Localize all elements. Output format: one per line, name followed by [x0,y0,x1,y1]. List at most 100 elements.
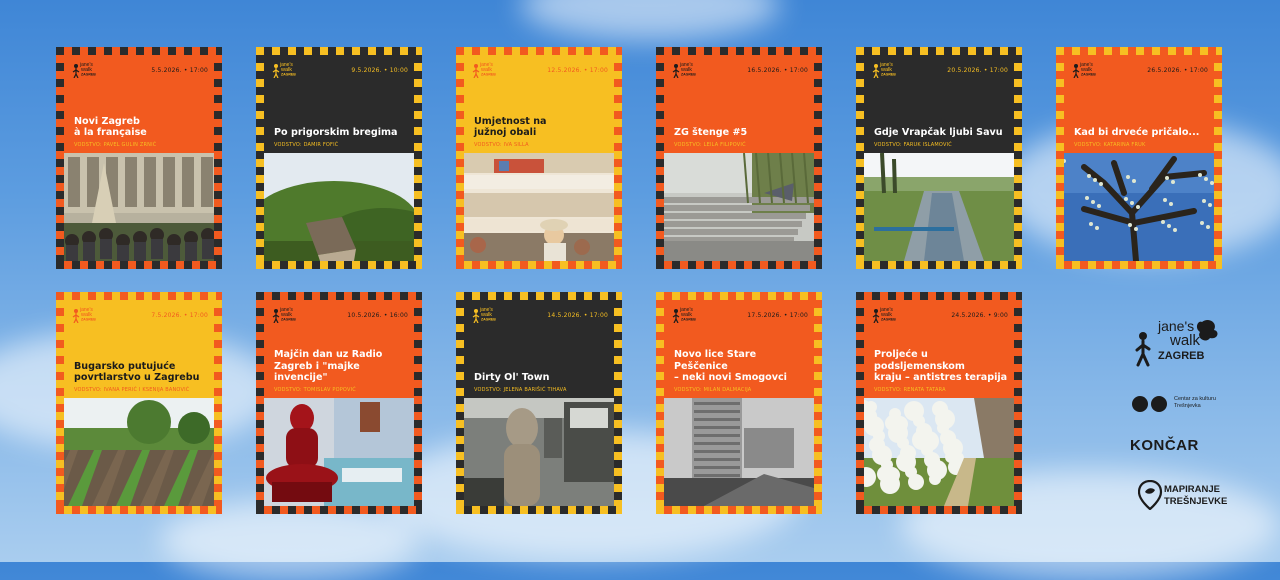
card-title: Kad bi drveće pričalo... [1074,127,1200,139]
walk-card[interactable]: jane's walk ZAGREB 7.5.2026. • 17:00 Bug… [56,292,222,514]
janes-walk-mini-logo: jane's walk ZAGREB [672,62,696,78]
svg-text:ZAGREB: ZAGREB [81,318,96,322]
card-title: Novi Zagreb à la française [74,115,147,139]
card-photo-area [664,398,814,506]
card-date: 14.5.2026. • 17:00 [547,312,608,319]
svg-text:ZAGREB: ZAGREB [481,73,496,77]
svg-text:ZAGREB: ZAGREB [81,73,96,77]
card-header: jane's walk ZAGREB 14.5.2026. • 17:00 Di… [464,300,614,398]
walk-card[interactable]: jane's walk ZAGREB 10.5.2026. • 16:00 Ma… [256,292,422,514]
card-date: 5.5.2026. • 17:00 [151,67,208,74]
walk-card[interactable]: jane's walk ZAGREB 9.5.2026. • 10:00 Po … [256,47,422,269]
centar-text: Centar za kulturu Trešnjevka [1174,396,1216,409]
card-photo [864,152,1014,261]
janes-walk-mini-logo: jane's walk ZAGREB [872,62,896,78]
card-guide: VODSTVO: DAMIR FOFIĆ [274,142,339,148]
card-title: Gdje Vrapčak ljubi Savu [874,127,1003,139]
card-photo [264,398,414,506]
two-circles-logo [1132,396,1167,412]
card-guide: VODSTVO: IVA SILLA [474,142,529,148]
card-title: Dirty Ol' Town [474,372,550,384]
janes-walk-mini-logo: jane's walk ZAGREB [272,307,296,323]
card-date: 20.5.2026. • 17:00 [947,67,1008,74]
card-photo-area [1064,153,1214,261]
card-title: Majčin dan uz Radio Zagreb i "majke inven… [274,348,383,384]
card-guide: VODSTVO: LEILA FILIPOVIĆ [674,142,746,148]
map-pin-icon [1138,480,1163,510]
card-header: jane's walk ZAGREB 24.5.2026. • 9:00 Pro… [864,300,1014,398]
card-title: Novo lice Stare Peščenice – neki novi Smo… [674,348,787,384]
mapiranje-tresnjevke-logo: MAPIRANJE TREŠNJEVKE [1130,480,1230,510]
card-title: Proljeće u podsljemenskom kraju – antistr… [874,348,1008,384]
card-header: jane's walk ZAGREB 9.5.2026. • 10:00 Po … [264,55,414,153]
walk-card[interactable]: jane's walk ZAGREB 17.5.2026. • 17:00 No… [656,292,822,514]
card-photo [464,153,614,261]
cloud [520,0,780,40]
card-header: jane's walk ZAGREB 26.5.2026. • 17:00 Ka… [1064,55,1214,153]
card-photo [464,398,614,506]
svg-text:ZAGREB: ZAGREB [281,73,296,77]
svg-text:ZAGREB: ZAGREB [681,73,696,77]
card-guide: VODSTVO: IVANA PERIĆ I KSENIJA BANOVIĆ [74,387,190,393]
svg-text:ZAGREB: ZAGREB [1081,73,1096,77]
walk-card[interactable]: jane's walk ZAGREB 14.5.2026. • 17:00 Di… [456,292,622,514]
card-photo-area [64,153,214,261]
card-photo [264,153,414,261]
tresnjevke-text: TREŠNJEVKE [1164,496,1228,507]
card-title: Po prigorskim bregima [274,127,398,139]
card-date: 12.5.2026. • 17:00 [547,67,608,74]
janes-walk-mini-logo: jane's walk ZAGREB [872,307,896,323]
centar-za-kulturu-logo: Centar za kulturu Trešnjevka [1130,392,1225,416]
card-header: jane's walk ZAGREB 7.5.2026. • 17:00 Bug… [64,300,214,398]
walk-card[interactable]: jane's walk ZAGREB 5.5.2026. • 17:00 Nov… [56,47,222,269]
card-photo [664,152,814,261]
svg-text:ZAGREB: ZAGREB [681,318,696,322]
svg-text:ZAGREB: ZAGREB [881,318,896,322]
card-photo [664,398,814,506]
card-header: jane's walk ZAGREB 10.5.2026. • 16:00 Ma… [264,300,414,398]
card-photo-area [464,398,614,506]
card-photo-area [664,152,814,261]
walk-card[interactable]: jane's walk ZAGREB 16.5.2026. • 17:00 ZG… [656,47,822,269]
svg-text:ZAGREB: ZAGREB [281,318,296,322]
card-photo-area [264,153,414,261]
card-guide: VODSTVO: MILAN DALMACIJA [674,387,752,393]
card-photo-area [864,152,1014,261]
card-date: 9.5.2026. • 10:00 [351,67,408,74]
card-title: ZG štenge #5 [674,127,748,139]
card-header: jane's walk ZAGREB 20.5.2026. • 17:00 Gd… [864,55,1014,153]
janes-walk-zagreb-logo: jane's walk ZAGREB [1130,318,1230,368]
walk-card[interactable]: jane's walk ZAGREB 20.5.2026. • 17:00 Gd… [856,47,1022,269]
svg-text:ZAGREB: ZAGREB [881,73,896,77]
janes-walk-mini-logo: jane's walk ZAGREB [1072,62,1096,78]
walk-card[interactable]: jane's walk ZAGREB 12.5.2026. • 17:00 Um… [456,47,622,269]
card-photo-area [864,398,1014,506]
card-photo [64,153,214,261]
janes-walk-mini-logo: jane's walk ZAGREB [672,307,696,323]
card-photo-area [64,398,214,506]
card-date: 7.5.2026. • 17:00 [151,312,208,319]
card-guide: VODSTVO: FARUK ISLAMOVIĆ [874,142,952,148]
zagreb-text: ZAGREB [1158,350,1205,362]
card-guide: VODSTVO: JELENA BARIŠIĆ TIHAVA [474,387,567,393]
card-photo-area [464,153,614,261]
janes-walk-mini-logo: jane's walk ZAGREB [472,62,496,78]
card-date: 26.5.2026. • 17:00 [1147,67,1208,74]
janes-walk-mini-logo: jane's walk ZAGREB [72,307,96,323]
koncar-logo: KONČAR [1130,437,1199,454]
card-title: Bugarsko putujuće povrtlarstvo u Zagrebu [74,360,200,384]
card-date: 17.5.2026. • 17:00 [747,312,808,319]
card-photo [864,398,1014,506]
card-header: jane's walk ZAGREB 17.5.2026. • 17:00 No… [664,300,814,398]
card-header: jane's walk ZAGREB 16.5.2026. • 17:00 ZG… [664,55,814,153]
card-photo [1064,153,1214,261]
card-guide: VODSTVO: KATARINA FRUK [1074,142,1146,148]
walk-card[interactable]: jane's walk ZAGREB 24.5.2026. • 9:00 Pro… [856,292,1022,514]
card-guide: VODSTVO: TOMISLAV POPOVIĆ [274,387,356,393]
card-guide: VODSTVO: RENATA TATARA [874,387,946,393]
walk-card[interactable]: jane's walk ZAGREB 26.5.2026. • 17:00 Ka… [1056,47,1222,269]
card-photo-area [264,398,414,506]
janes-walk-mini-logo: jane's walk ZAGREB [272,62,296,78]
card-date: 24.5.2026. • 9:00 [951,312,1008,319]
card-guide: VODSTVO: PAVEL GULIN ZRNIĆ [74,142,157,148]
